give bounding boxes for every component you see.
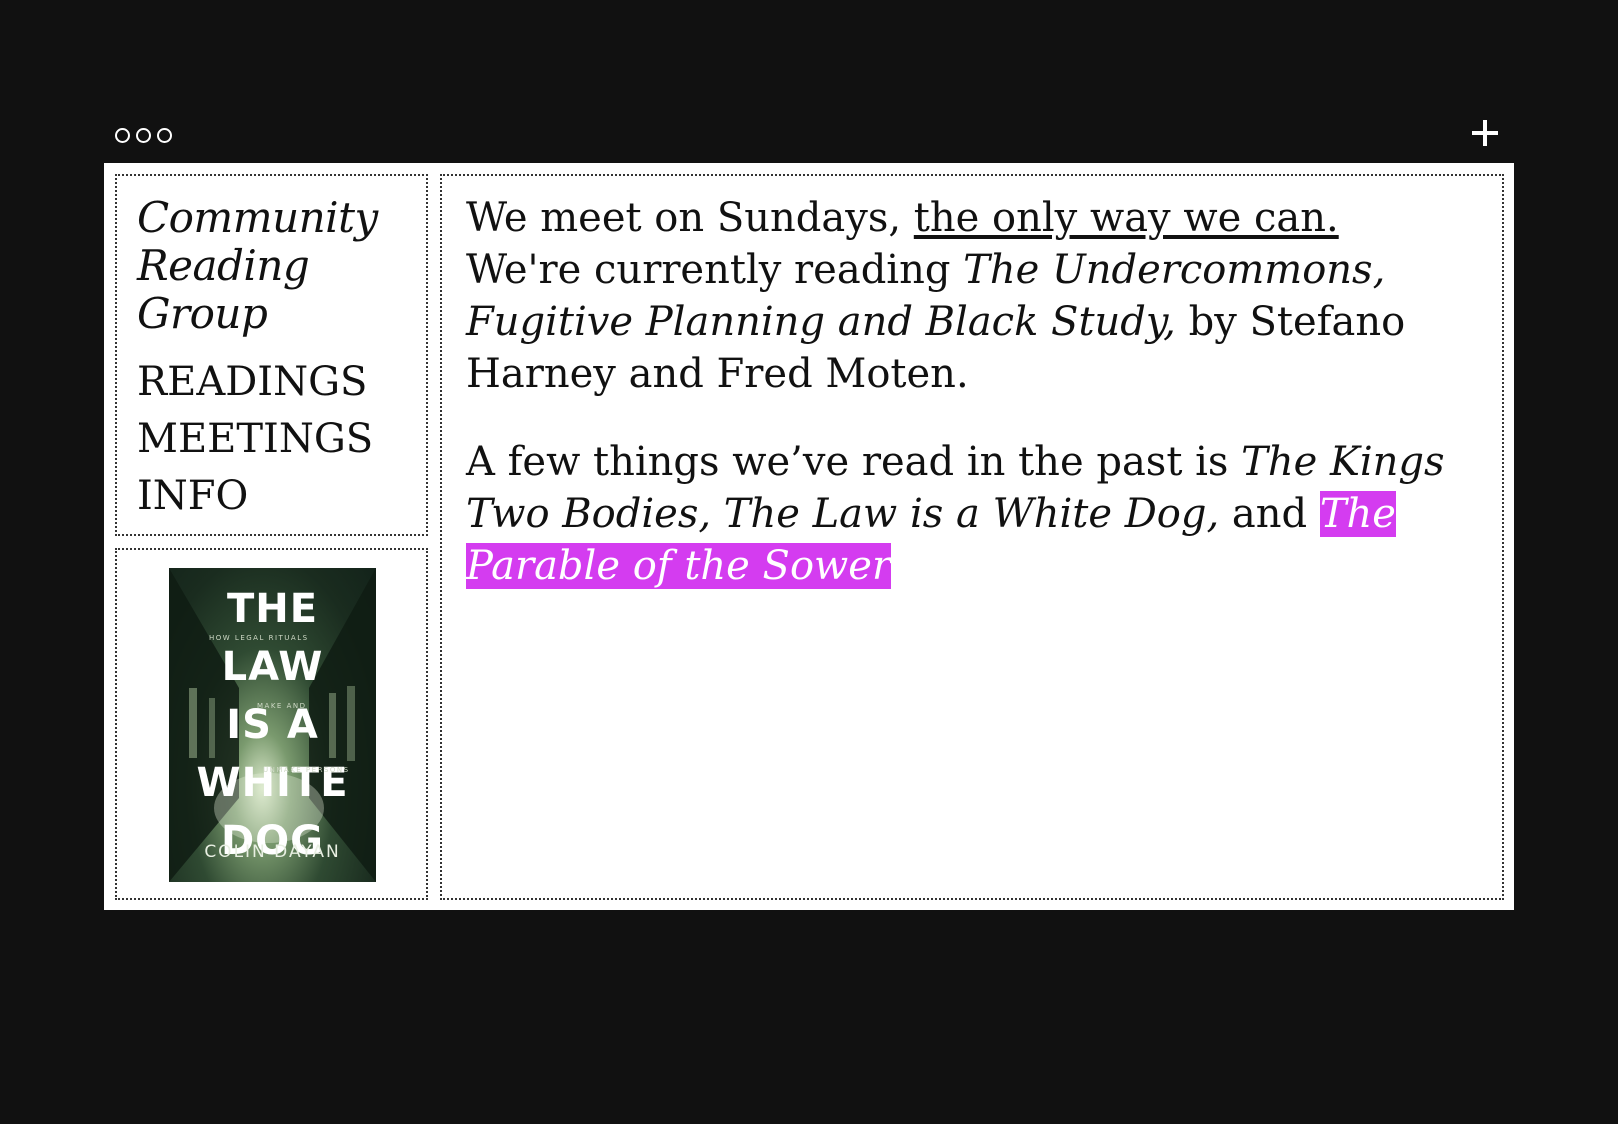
- plus-icon[interactable]: [1470, 118, 1500, 148]
- browser-window: Community Reading Group READINGS MEETING…: [104, 163, 1514, 910]
- site-title: Community Reading Group: [137, 193, 378, 338]
- cover-panel: THE LAW IS A WHITE DOG HOW LEGAL RITUALS…: [115, 548, 428, 900]
- main-content: We meet on Sundays, the only way we can.…: [466, 192, 1466, 628]
- past-text: A few things we’ve read in the past is: [466, 439, 1242, 485]
- content-panel: We meet on Sundays, the only way we can.…: [440, 174, 1504, 900]
- nav-menu: READINGS MEETINGS INFO: [137, 354, 373, 525]
- nav-readings[interactable]: READINGS: [137, 354, 373, 411]
- nav-panel: Community Reading Group READINGS MEETING…: [115, 174, 428, 536]
- cover-title: THE LAW IS A WHITE DOG: [169, 580, 376, 870]
- cover-subtitle-line: MAKE AND: [257, 702, 307, 710]
- past-text: and: [1219, 491, 1320, 537]
- cover-subtitle-line: UNMAKE PERSONS: [263, 766, 350, 774]
- cover-subtitle-line: HOW LEGAL RITUALS: [209, 634, 309, 642]
- intro-text: We're currently reading: [466, 247, 964, 293]
- nav-info[interactable]: INFO: [137, 468, 373, 525]
- nav-meetings[interactable]: MEETINGS: [137, 411, 373, 468]
- window-controls[interactable]: [115, 128, 172, 143]
- intro-text: We meet on Sundays,: [466, 195, 914, 241]
- book-cover-image: THE LAW IS A WHITE DOG HOW LEGAL RITUALS…: [169, 568, 376, 882]
- window-control-circle-icon[interactable]: [115, 128, 130, 143]
- cover-title-line: WHITE: [196, 760, 349, 806]
- cover-author: COLIN DAYAN: [204, 842, 341, 862]
- window-control-circle-icon[interactable]: [136, 128, 151, 143]
- intro-paragraph: We meet on Sundays, the only way we can.…: [466, 192, 1466, 400]
- past-readings-paragraph: A few things we’ve read in the past is T…: [466, 436, 1466, 592]
- window-control-circle-icon[interactable]: [157, 128, 172, 143]
- meeting-link[interactable]: the only way we can.: [914, 195, 1339, 241]
